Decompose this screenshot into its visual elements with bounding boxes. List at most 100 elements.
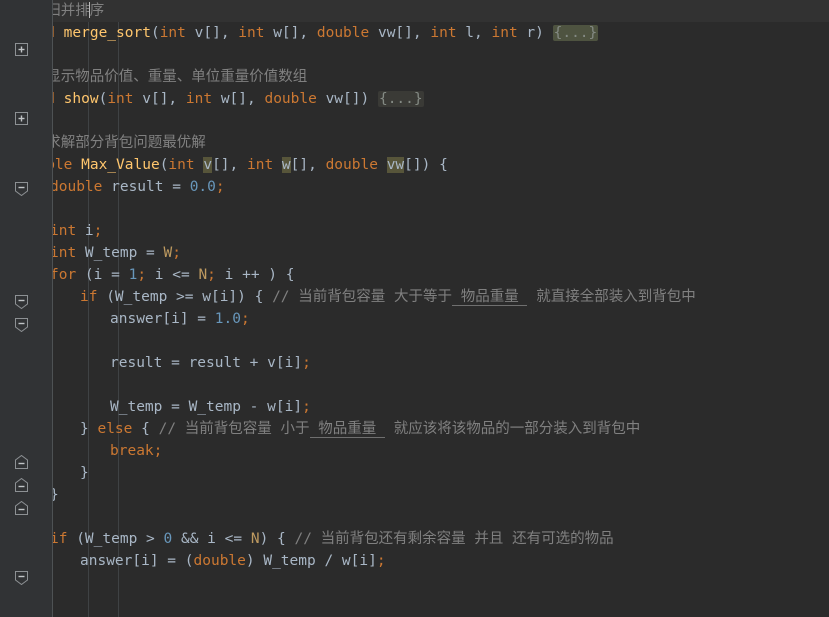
line-decl-result[interactable]: double result = 0.0;: [0, 176, 829, 198]
line-for-loop[interactable]: for (i = 1; i <= N; i ++ ) {: [0, 264, 829, 286]
code-token: i ++ ) {: [215, 267, 295, 283]
code-token: i <=: [146, 267, 199, 283]
code-token: 0: [163, 531, 173, 547]
code-token: int: [430, 25, 466, 41]
code-token: W_temp =: [84, 245, 164, 261]
code-token: ;: [302, 399, 311, 415]
code-token: // 当前背包还有剩余容量: [294, 531, 475, 547]
code-token: // 当前背包容量: [272, 289, 394, 305]
fold-marker-for-end[interactable]: [14, 501, 29, 516]
code-token: ;: [302, 355, 311, 371]
line-if-remaining-capacity[interactable]: if (W_temp > 0 && i <= N) { // 当前背包还有剩余容…: [0, 528, 829, 550]
fold-marker-if[interactable]: [14, 317, 29, 332]
code-token: N: [250, 531, 260, 547]
code-token: 序: [89, 3, 105, 19]
code-token: ) W_temp / w[i]: [245, 553, 377, 569]
fold-marker-max-value[interactable]: [14, 181, 29, 196]
line-blank-3[interactable]: [0, 198, 829, 220]
code-token: 1: [128, 267, 138, 283]
code-text-area[interactable]: // 归并排序void merge_sort(int v[], int w[],…: [0, 0, 829, 617]
code-editor[interactable]: // 归并排序void merge_sort(int v[], int w[],…: [0, 0, 829, 617]
code-token: ;: [137, 267, 147, 283]
line-blank-4[interactable]: [0, 330, 829, 352]
code-token: }: [80, 421, 98, 437]
code-token: double: [193, 553, 246, 569]
fold-marker-if-remaining[interactable]: [14, 570, 29, 585]
code-token: [],: [212, 157, 247, 173]
code-token: }: [80, 465, 89, 481]
line-w-temp-decrement[interactable]: W_temp = W_temp - w[i];: [0, 396, 829, 418]
code-token: {: [141, 421, 159, 437]
code-token: int: [168, 157, 204, 173]
line-comment-max-value[interactable]: // 求解部分背包问题最优解: [0, 132, 829, 154]
line-answer-one[interactable]: answer[i] = 1.0;: [0, 308, 829, 330]
code-token: // 显示物品价值、重量、单位重量价值数组: [20, 69, 308, 85]
code-token: if: [50, 531, 77, 547]
code-token: l,: [465, 25, 492, 41]
code-token: answer[i] = (: [80, 553, 194, 569]
line-blank-1[interactable]: [0, 44, 829, 66]
code-token: Max_Value: [81, 157, 160, 173]
gutter-separator: [52, 0, 53, 617]
code-token: ;: [240, 311, 250, 327]
code-token: int: [50, 223, 85, 239]
code-token: 物品重量: [309, 421, 385, 438]
line-comment-show[interactable]: // 显示物品价值、重量、单位重量价值数组: [0, 66, 829, 88]
line-else-branch[interactable]: } else { // 当前背包容量 小于 物品重量 就应该将该物品的一部分装入…: [0, 418, 829, 440]
fold-marker-for[interactable]: [14, 294, 29, 309]
code-token: int: [247, 157, 282, 173]
code-token: ) {: [259, 531, 295, 547]
code-token: {...}: [377, 91, 424, 107]
code-token: 还有可选的物品: [503, 531, 614, 547]
code-token: v: [203, 157, 213, 173]
code-token: else: [97, 421, 142, 437]
code-token: {...}: [552, 25, 599, 41]
code-token: int: [491, 25, 527, 41]
code-token: result =: [111, 179, 190, 195]
line-decl-show[interactable]: void show(int v[], int w[], double vw[])…: [0, 88, 829, 110]
fold-marker-break-end[interactable]: [14, 478, 29, 493]
line-decl-merge-sort[interactable]: void merge_sort(int v[], int w[], double…: [0, 22, 829, 44]
line-decl-i[interactable]: int i;: [0, 220, 829, 242]
line-answer-fraction[interactable]: answer[i] = (double) W_temp / w[i];: [0, 550, 829, 572]
code-token: merge_sort: [63, 25, 151, 41]
line-decl-max-value[interactable]: double Max_Value(int v[], int w[], doubl…: [0, 154, 829, 176]
line-blank-6[interactable]: [0, 506, 829, 528]
code-token: 并且: [474, 531, 504, 547]
code-token: ;: [153, 443, 163, 459]
line-blank-5[interactable]: [0, 374, 829, 396]
line-blank-2[interactable]: [0, 110, 829, 132]
line-result-accumulate[interactable]: result = result + v[i];: [0, 352, 829, 374]
code-token: []) {: [404, 157, 448, 173]
line-break[interactable]: break;: [0, 440, 829, 462]
code-token: (: [150, 25, 160, 41]
fold-marker-else-end[interactable]: [14, 455, 29, 470]
line-close-else[interactable]: }: [0, 462, 829, 484]
line-if-capacity[interactable]: if (W_temp >= w[i]) { // 当前背包容量 大于等于 物品重…: [0, 286, 829, 308]
code-token: 1.0: [214, 311, 241, 327]
code-token: N: [198, 267, 208, 283]
code-token: answer[i] =: [110, 311, 215, 327]
code-token: W: [163, 245, 173, 261]
line-comment-merge-sort[interactable]: // 归并排序: [0, 0, 829, 22]
code-token: (i =: [84, 267, 129, 283]
fold-marker-merge-sort[interactable]: [14, 42, 29, 57]
code-token: vw[],: [377, 25, 431, 41]
code-token: for: [50, 267, 85, 283]
code-token: double: [50, 179, 112, 195]
code-token: break: [110, 443, 154, 459]
code-token: ;: [215, 179, 225, 195]
code-token: result = result + v[i]: [110, 355, 303, 371]
fold-marker-show[interactable]: [14, 111, 29, 126]
code-token: 就直接全部装入到背包中: [527, 289, 696, 305]
line-close-for[interactable]: }: [0, 484, 829, 506]
code-token: ;: [172, 245, 181, 261]
code-token: [],: [290, 157, 326, 173]
code-token: double: [325, 157, 387, 173]
code-token: double: [316, 25, 378, 41]
line-decl-w-temp[interactable]: int W_temp = W;: [0, 242, 829, 264]
code-token: show: [63, 91, 99, 107]
code-token: 0.0: [189, 179, 216, 195]
code-token: ;: [376, 553, 386, 569]
code-token: double: [264, 91, 326, 107]
